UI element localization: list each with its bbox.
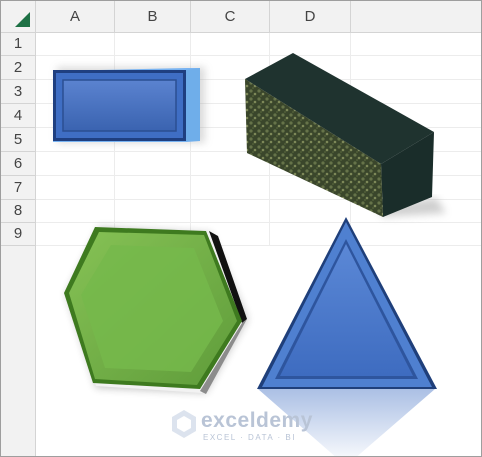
exceldemy-watermark: exceldemy EXCEL · DATA · BI (171, 407, 321, 443)
exceldemy-logo-icon (172, 410, 196, 438)
watermark-name: exceldemy (201, 409, 313, 432)
shapes-layer (53, 53, 446, 456)
watermark-tagline: EXCEL · DATA · BI (203, 433, 296, 442)
bevel-rectangle-shape[interactable] (53, 67, 205, 143)
hexagon-shape[interactable] (64, 227, 248, 394)
spreadsheet-window: A B C D 1 2 3 4 5 6 7 8 9 exceldemy EXCE… (0, 0, 482, 457)
textured-box-shape[interactable] (245, 53, 446, 217)
